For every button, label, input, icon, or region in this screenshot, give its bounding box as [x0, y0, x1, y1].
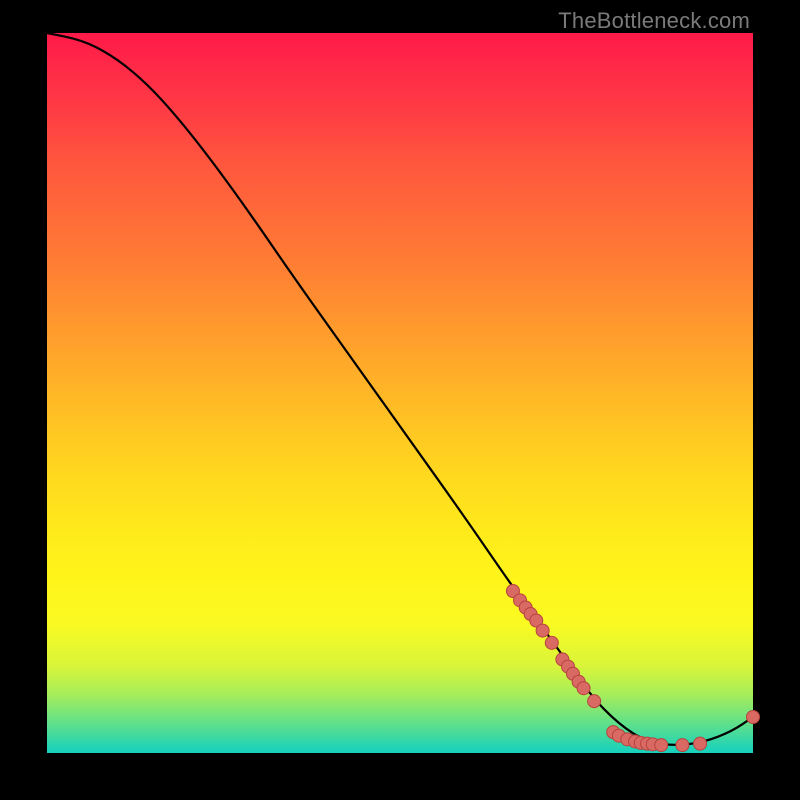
chart-svg — [47, 33, 753, 753]
data-point — [588, 695, 601, 708]
data-point — [536, 624, 549, 637]
watermark-text: TheBottleneck.com — [558, 8, 750, 34]
data-point — [577, 682, 590, 695]
data-point — [676, 739, 689, 752]
data-point — [655, 739, 668, 752]
data-point — [694, 737, 707, 750]
data-point — [545, 636, 558, 649]
data-point — [747, 711, 760, 724]
plot-area — [47, 33, 753, 753]
data-points-group — [506, 585, 759, 752]
chart-container: TheBottleneck.com — [0, 0, 800, 800]
curve-line — [47, 33, 753, 745]
